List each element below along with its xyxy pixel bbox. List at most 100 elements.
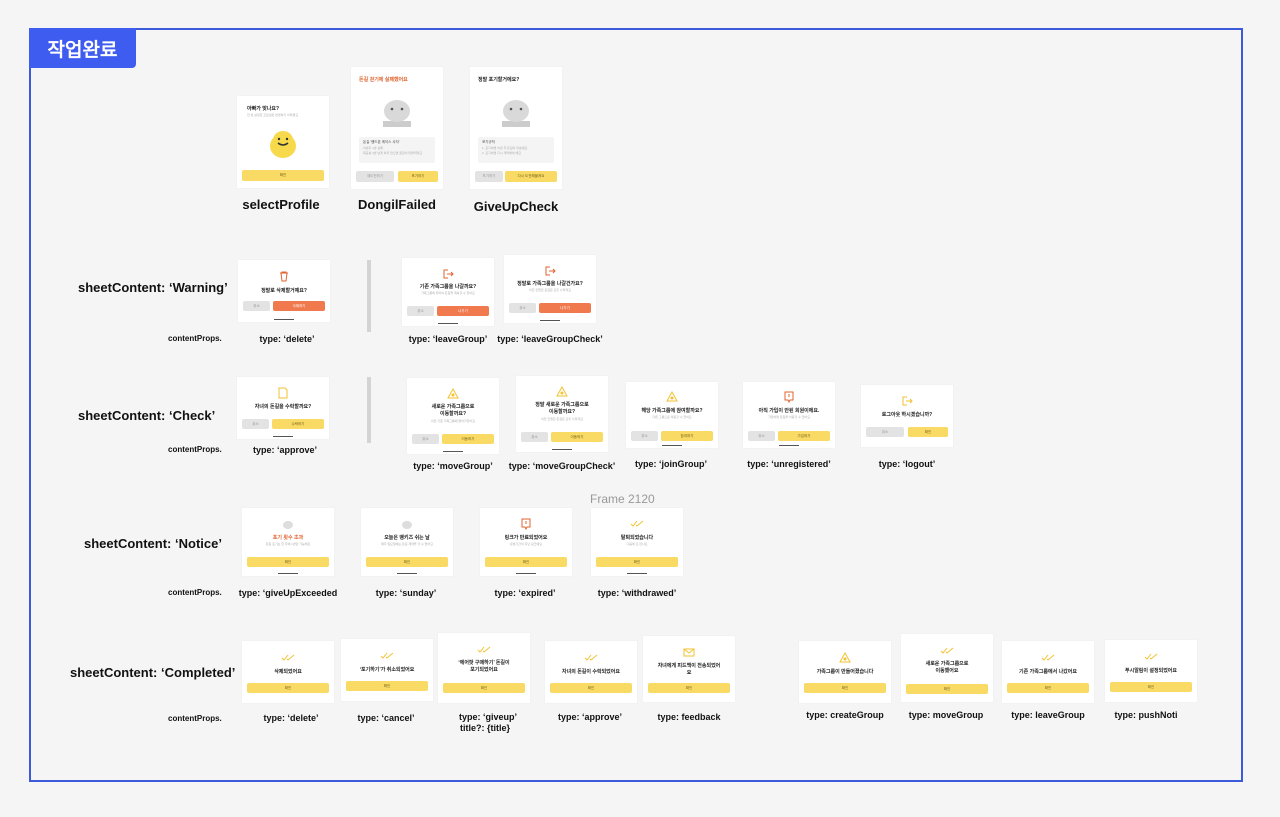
notice-giveupexceeded-confirm-button[interactable]: 확인	[247, 557, 329, 567]
character-icon	[402, 521, 412, 529]
warning-delete-cancel-button[interactable]: 취소	[243, 301, 270, 311]
completed-creategroup-confirm-button[interactable]: 확인	[804, 683, 886, 693]
home-bar	[552, 448, 572, 450]
dongil-failed-info-title: 돈길 '핸드폰 케이스 사자'	[363, 140, 400, 144]
dongil-failed-info: 돈길 '핸드폰 케이스 사자' 이번주 1번 실패 목표를 3번 넘게 하지 않…	[359, 137, 435, 163]
completed-leavegroup-title: 기존 가족그룹에서 나갔어요	[1019, 669, 1077, 675]
work-done-badge: 작업완료	[29, 28, 136, 68]
sad-character-icon	[502, 100, 530, 127]
check-joingroup-cancel-button[interactable]: 취소	[631, 431, 658, 441]
completed-delete-confirm-button[interactable]: 확인	[247, 683, 329, 693]
group-icon	[556, 386, 568, 397]
dongil-failed-label: DongilFailed	[358, 197, 436, 212]
completed-cancel-title: ‘포기하기’가 취소되었어요	[359, 667, 415, 673]
notice-giveupexceeded-sheet: 포기 횟수 초과 돈길 포기는 한 주에 1번만 가능해요 확인	[242, 508, 334, 576]
home-bar	[662, 444, 682, 446]
giveup-rules-title: 포기규칙	[482, 140, 495, 144]
warning-leavegroup-cancel-button[interactable]: 취소	[407, 306, 434, 316]
dongil-giveup-button[interactable]: 포기하기	[398, 171, 438, 182]
warning-delete-confirm-button[interactable]: 삭제하기	[273, 301, 325, 311]
completed-movegroup-confirm-button[interactable]: 확인	[906, 684, 988, 694]
completed-feedback-confirm-button[interactable]: 확인	[648, 683, 730, 693]
check-movegroup-sheet: 새로운 가족그룹으로 이동할까요? 이전 기존 가족그룹에 들어가있어요 취소 …	[407, 378, 499, 454]
completed-giveup-label2: title?: {title}	[459, 723, 511, 733]
check-approve-confirm-button[interactable]: 수락하기	[272, 419, 324, 429]
warning-leavegroupcheck-sheet: 정말로 가족그룹을 나갈건가요? 이전 진행한 돈길은 모두 사라져요 취소 나…	[504, 255, 596, 323]
completed-approve-title: 자녀의 돈길이 수락되었어요	[562, 669, 620, 675]
warning-delete-sheet: 정말로 삭제할거예요? 취소 삭제하기	[238, 260, 330, 322]
divider	[367, 260, 371, 332]
completed-giveup-label: type: ‘giveup’	[458, 712, 518, 722]
warning-leavegroupcheck-confirm-button[interactable]: 나가기	[539, 303, 591, 313]
warning-leavegroup-confirm-button[interactable]: 나가기	[437, 306, 489, 316]
warning-delete-title: 정말로 삭제할거예요?	[261, 288, 307, 294]
completed-movegroup-title: 새로운 가족그룹으로	[925, 661, 969, 667]
group-icon	[839, 652, 851, 663]
home-bar	[516, 572, 536, 574]
check-unregistered-cancel-button[interactable]: 취소	[748, 431, 775, 441]
dongil-failed-info-line2: 목표를 3번 넘게 하지 않으면 원금이 되돌려져요	[363, 151, 423, 155]
giveup-rules-line2: 2. 포기하면 다시 계약해야 해요	[482, 151, 521, 155]
group-icon	[666, 391, 678, 402]
dad-character-icon	[270, 131, 296, 158]
check-unregistered-title: 아직 가입이 안된 회원이에요.	[758, 408, 820, 414]
check-approve-title: 자녀의 돈길을 수락할까요?	[254, 404, 312, 410]
notice-sunday-confirm-button[interactable]: 확인	[366, 557, 448, 567]
completed-creategroup-title: 가족그룹이 만들어졌습니다	[816, 669, 874, 675]
check-movegroupcheck-cancel-button[interactable]: 취소	[521, 432, 548, 442]
completed-leavegroup-confirm-button[interactable]: 확인	[1007, 683, 1089, 693]
check-joingroup-label: type: ‘joinGroup’	[635, 459, 707, 469]
completed-movegroup-title2: 이동했어요	[935, 668, 959, 674]
completed-giveup-confirm-button[interactable]: 확인	[443, 683, 525, 693]
double-check-icon	[477, 646, 491, 653]
notice-giveupexceeded-title: 포기 횟수 초과	[272, 535, 304, 541]
check-logout-cancel-button[interactable]: 취소	[866, 427, 904, 437]
trash-icon	[280, 271, 288, 282]
completed-approve-confirm-button[interactable]: 확인	[550, 683, 632, 693]
warning-content-props: contentProps.	[168, 334, 222, 343]
select-profile-confirm-button[interactable]: 확인	[242, 170, 324, 181]
check-movegroup-cancel-button[interactable]: 취소	[412, 434, 439, 444]
check-movegroupcheck-sheet: 정말 새로운 가족그룹으로 이동할까요? 이전 진행한 돈길은 모두 사라져요 …	[516, 376, 608, 452]
group-icon	[447, 388, 459, 399]
dongil-retry-button[interactable]: 재도전하기	[356, 171, 394, 182]
check-logout-label: type: ‘logout’	[878, 459, 936, 469]
giveup-check-title: 정말 포기할거에요?	[478, 77, 520, 83]
completed-feedback-label: type: feedback	[657, 712, 721, 722]
notice-sunday-title: 오늘은 뱅키즈 쉬는 날	[384, 535, 430, 541]
notice-giveupexceeded-sub: 돈길 포기는 한 주에 1번만 가능해요	[265, 542, 311, 546]
divider	[367, 377, 371, 443]
check-movegroupcheck-confirm-button[interactable]: 이동하기	[551, 432, 603, 442]
completed-delete-label: type: ‘delete’	[263, 713, 319, 723]
check-movegroup-confirm-button[interactable]: 이동하기	[442, 434, 494, 444]
check-unregistered-confirm-button[interactable]: 가입하기	[778, 431, 830, 441]
home-bar	[779, 444, 799, 446]
double-check-icon	[281, 654, 295, 661]
check-approve-cancel-button[interactable]: 취소	[242, 419, 269, 429]
check-joingroup-sub: 다른 그룹으로 이동할 수 있어요	[652, 415, 692, 419]
notice-sunday-sheet: 오늘은 뱅키즈 쉬는 날 매주 일요일에는 돈길 계약을 할 수 없어요 확인	[361, 508, 453, 576]
notice-withdrawed-confirm-button[interactable]: 확인	[596, 557, 678, 567]
select-profile-screen: 아빠가 맞나요? 한 번 설정한 프로필은 변경하기 어려워요 확인	[237, 96, 329, 188]
check-movegroupcheck-title2: 이동할까요?	[548, 409, 576, 415]
retry-again-button[interactable]: 다시 도전해볼게요	[505, 171, 557, 182]
notice-expired-confirm-button[interactable]: 확인	[485, 557, 567, 567]
completed-giveup-sheet: ‘에어팟 구매하기’ 돈길이 포기되었어요 확인	[438, 633, 530, 703]
completed-content-props: contentProps.	[168, 714, 222, 723]
logout-icon	[902, 396, 913, 406]
warning-leavegroupcheck-cancel-button[interactable]: 취소	[509, 303, 536, 313]
check-joingroup-confirm-button[interactable]: 참여하기	[661, 431, 713, 441]
check-row-header: sheetContent: ‘Check’	[78, 408, 216, 423]
double-check-icon	[1144, 653, 1158, 660]
check-logout-confirm-button[interactable]: 확인	[908, 427, 948, 437]
notice-withdrawed-label: type: ‘withdrawed’	[597, 588, 677, 598]
notice-expired-label: type: ‘expired’	[494, 588, 556, 598]
warning-leavegroup-title: 기존 가족그룹을 나갈까요?	[419, 284, 477, 290]
dongil-failed-screen: 돈길 걷기에 실패했어요 돈길 '핸드폰 케이스 사자' 이번주 1번 실패 목…	[351, 67, 443, 189]
home-bar	[278, 572, 298, 574]
completed-pushnoti-confirm-button[interactable]: 확인	[1110, 682, 1192, 692]
giveup-confirm-button[interactable]: 포기하기	[475, 171, 503, 182]
completed-pushnoti-title: 푸시알림이 설정되었어요	[1125, 668, 1177, 674]
check-unregistered-sub: 가입하면 돈길을 이용할 수 있어요	[768, 415, 810, 419]
completed-cancel-confirm-button[interactable]: 확인	[346, 681, 428, 691]
